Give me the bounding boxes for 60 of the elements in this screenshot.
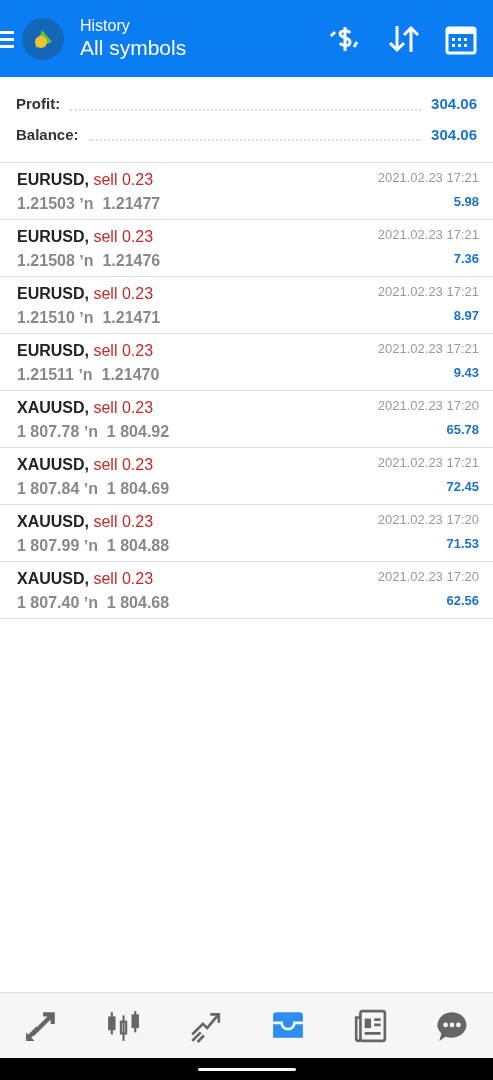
symbol-filter[interactable]: All symbols (80, 34, 327, 60)
deal-prices: 1 807.99 ʼn 1 804.88 (17, 536, 170, 556)
deal-prices: 1.21510 ʼn 1.21471 (17, 308, 161, 328)
deal-prices: 1 807.78 ʼn 1 804.92 (17, 422, 170, 442)
deal-row[interactable]: EURUSD, sell 0.23 1.21511 ʼn 1.21470 2021.02.23 17:21 9.43 (0, 334, 493, 391)
deal-time: 2021.02.23 17:20 (377, 397, 479, 415)
deal-time: 2021.02.23 17:21 (377, 283, 479, 301)
menu-icon[interactable] (0, 28, 14, 49)
summary-label: Profit: (16, 94, 61, 114)
deal-prices: 1.21508 ʼn 1.21476 (17, 251, 161, 271)
deal-row[interactable]: EURUSD, sell 0.23 1.21508 ʼn 1.21476 2021.02.23 17:21 7.36 (0, 220, 493, 277)
home-indicator[interactable] (197, 1067, 296, 1071)
deal-type: sell 0.23 (93, 399, 154, 416)
deal-symbol: EURUSD, (17, 228, 89, 245)
deal-profit: 62.56 (445, 591, 479, 610)
summary-value: 304.06 (431, 94, 477, 114)
deal-time: 2021.02.23 17:21 (377, 454, 479, 472)
deal-type: sell 0.23 (93, 456, 154, 473)
deal-profit: 5.98 (452, 192, 479, 211)
deal-type: sell 0.23 (93, 513, 154, 530)
deal-row[interactable]: XAUUSD, sell 0.23 1 807.84 ʼn 1 804.69 2021.02.23 17:21 72.45 (0, 448, 493, 505)
screen-title: History (80, 17, 131, 35)
deal-type: sell 0.23 (93, 171, 154, 188)
deal-time: 2021.02.23 17:21 (377, 340, 479, 358)
candlestick-icon[interactable] (106, 1008, 141, 1043)
deal-profit: 71.53 (445, 534, 479, 553)
deal-row[interactable]: EURUSD, sell 0.23 1.21510 ʼn 1.21471 2021.02.23 17:21 8.97 (0, 277, 493, 334)
deal-symbol: XAUUSD, (17, 570, 89, 587)
deal-prices: 1.21503 ʼn 1.21477 (17, 194, 161, 214)
deal-type: sell 0.23 (93, 228, 154, 245)
deal-prices: 1.21511 ʼn 1.21470 (17, 365, 160, 385)
deal-type: sell 0.23 (93, 285, 154, 302)
deal-row[interactable]: XAUUSD, sell 0.23 1 807.40 ʼn 1 804.68 2021.02.23 17:20 62.56 (0, 562, 493, 619)
deal-row[interactable]: EURUSD, sell 0.23 1.21503 ʼn 1.21477 2021.02.23 17:21 5.98 (0, 163, 493, 220)
deal-symbol: XAUUSD, (17, 456, 89, 473)
app-logo-icon (22, 17, 64, 60)
deal-symbol: XAUUSD, (17, 399, 89, 416)
deal-profit: 9.43 (452, 363, 479, 382)
deal-symbol: EURUSD, (17, 285, 89, 302)
deal-profit: 65.78 (445, 420, 479, 439)
deal-time: 2021.02.23 17:21 (377, 226, 479, 244)
deal-profit: 7.36 (452, 249, 479, 268)
deal-prices: 1 807.40 ʼn 1 804.68 (17, 593, 170, 613)
deal-time: 2021.02.23 17:20 (377, 511, 479, 529)
deal-row[interactable]: XAUUSD, sell 0.23 1 807.78 ʼn 1 804.92 2021.02.23 17:20 65.78 (0, 391, 493, 448)
deal-profit: 72.45 (445, 477, 479, 496)
newspaper-icon[interactable] (352, 1008, 387, 1043)
deal-prices: 1 807.84 ʼn 1 804.69 (17, 479, 170, 499)
summary-value: 304.06 (431, 124, 477, 145)
deal-symbol: EURUSD, (17, 342, 89, 359)
deal-symbol: EURUSD, (17, 171, 89, 188)
deal-type: sell 0.23 (93, 570, 154, 587)
summary-label: Balance: (16, 124, 79, 145)
sort-icon[interactable] (387, 23, 421, 54)
deal-type: sell 0.23 (93, 342, 154, 359)
deal-symbol: XAUUSD, (17, 513, 89, 530)
deal-row[interactable]: XAUUSD, sell 0.23 1 807.99 ʼn 1 804.88 2021.02.23 17:20 71.53 (0, 505, 493, 562)
deal-time: 2021.02.23 17:21 (377, 169, 479, 187)
deal-time: 2021.02.23 17:20 (377, 568, 479, 586)
deal-profit: 8.97 (452, 306, 479, 325)
